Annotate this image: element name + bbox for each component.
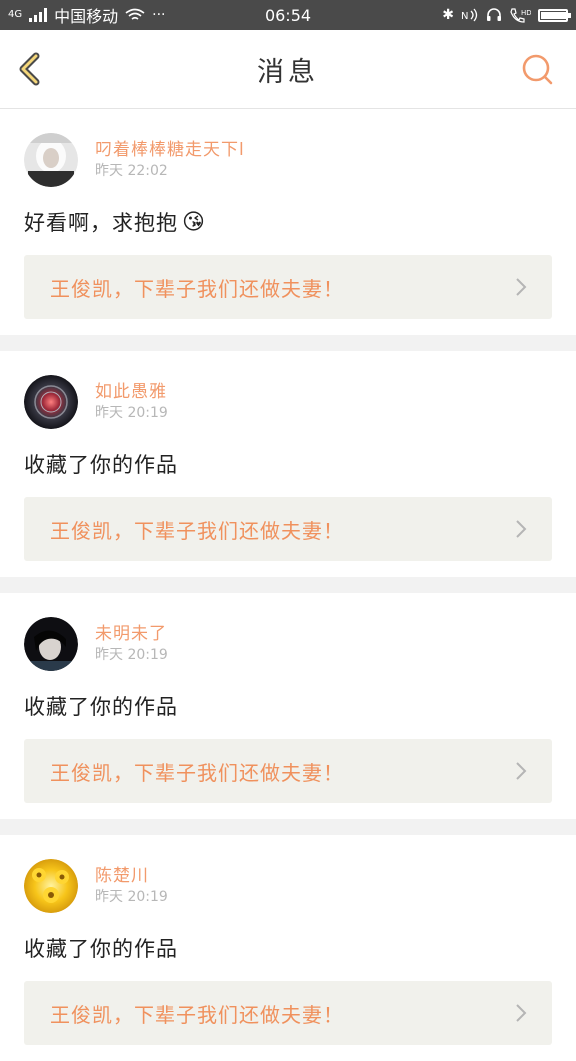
timestamp: 昨天 22:02 [95,163,168,179]
wifi-icon [125,8,145,20]
referenced-work-title: 王俊凯，下辈子我们还做夫妻！ [50,276,344,301]
username[interactable]: 叼着棒棒糖走天下l [95,139,245,161]
hd-call-icon: HD [510,8,531,23]
message-card[interactable]: 叼着棒棒糖走天下l 昨天 22:02 好看啊，求抱抱 😘 王俊凯，下辈子我们还做… [0,109,576,335]
chevron-right-icon [516,278,527,296]
referenced-work-title: 王俊凯，下辈子我们还做夫妻！ [50,518,344,543]
message-text: 好看啊，求抱抱 [24,211,178,235]
kiss-emoji-icon: 😘 [182,210,206,235]
message-card[interactable]: 未明未了 昨天 20:19 收藏了你的作品 王俊凯，下辈子我们还做夫妻！ [0,593,576,819]
message-text: 收藏了你的作品 [24,453,178,477]
referenced-work-title: 王俊凯，下辈子我们还做夫妻！ [50,1002,344,1027]
username[interactable]: 未明未了 [95,623,168,645]
referenced-work[interactable]: 王俊凯，下辈子我们还做夫妻！ [24,739,552,803]
page-title: 消息 [257,56,319,88]
svg-text:N: N [461,11,468,22]
message-text: 收藏了你的作品 [24,937,178,961]
avatar[interactable] [24,133,78,187]
avatar[interactable] [24,617,78,671]
message-list: 叼着棒棒糖走天下l 昨天 22:02 好看啊，求抱抱 😘 王俊凯，下辈子我们还做… [0,109,576,1061]
timestamp: 昨天 20:19 [95,647,168,663]
chevron-left-icon[interactable] [14,52,48,86]
battery-icon [538,8,571,22]
network-type-label: 4G [8,9,23,20]
chevron-right-icon [516,520,527,538]
signal-icon [29,8,48,22]
nfc-icon: N [461,8,478,22]
chevron-right-icon [516,1004,527,1022]
navigation-bar: 消息 [0,30,576,109]
timestamp: 昨天 20:19 [95,889,168,905]
carrier-label: 中国移动 [54,7,119,26]
referenced-work[interactable]: 王俊凯，下辈子我们还做夫妻！ [24,255,552,319]
referenced-work[interactable]: 王俊凯，下辈子我们还做夫妻！ [24,497,552,561]
avatar[interactable] [24,375,78,429]
avatar[interactable] [24,859,78,913]
message-card[interactable]: 陈楚川 昨天 20:19 收藏了你的作品 王俊凯，下辈子我们还做夫妻！ [0,835,576,1061]
headset-icon [487,8,501,21]
svg-text:HD: HD [521,9,531,17]
referenced-work-title: 王俊凯，下辈子我们还做夫妻！ [50,760,344,785]
chevron-right-icon [516,762,527,780]
referenced-work[interactable]: 王俊凯，下辈子我们还做夫妻！ [24,981,552,1045]
message-card[interactable]: 如此愚雅 昨天 20:19 收藏了你的作品 王俊凯，下辈子我们还做夫妻！ [0,351,576,577]
username[interactable]: 如此愚雅 [95,381,168,403]
search-icon[interactable] [520,52,556,88]
status-bar: 4G 中国移动 ··· 06:54 ✱ N HD [0,0,576,30]
username[interactable]: 陈楚川 [95,865,168,887]
more-dots-icon: ··· [152,7,166,23]
timestamp: 昨天 20:19 [95,405,168,421]
message-text: 收藏了你的作品 [24,695,178,719]
bluetooth-icon: ✱ [442,7,454,23]
